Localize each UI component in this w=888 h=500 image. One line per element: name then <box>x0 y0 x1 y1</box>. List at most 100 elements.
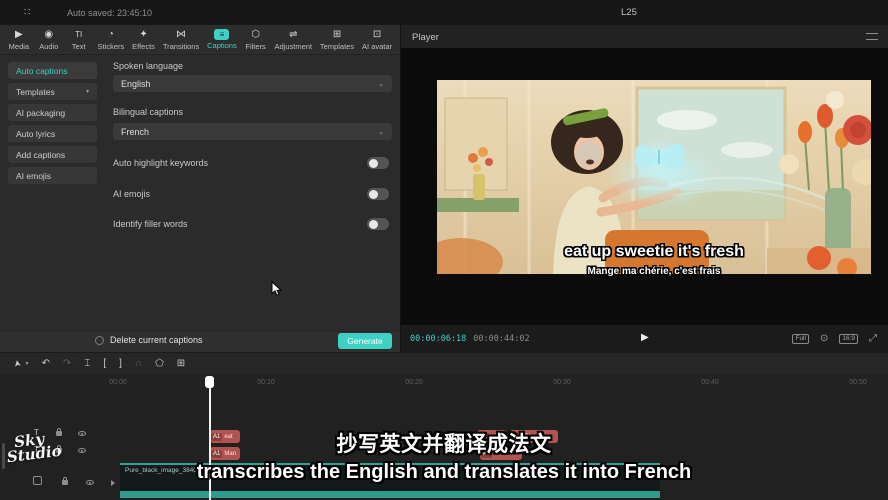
sidebar-label: Add captions <box>16 150 65 160</box>
playhead-handle[interactable] <box>205 376 214 388</box>
zoom-level-icon[interactable]: ⊙ <box>820 333 828 344</box>
tab-label: Templates <box>320 42 354 51</box>
tab-label: Captions <box>207 41 237 50</box>
magnet-icon[interactable]: ∩ <box>135 358 142 369</box>
app-menu-icon[interactable]: ∷ <box>24 7 30 18</box>
chevron-down-icon: ⌄ <box>378 80 384 88</box>
capcut-window: ∷ Auto saved: 23:45:10 L25 ▶Media ◉Audio… <box>0 0 888 500</box>
tab-label: Transitions <box>163 42 199 51</box>
sidebar-item-ai-emojis[interactable]: AI emojis <box>8 167 97 184</box>
mask-icon[interactable]: ⬠ <box>155 358 164 369</box>
player-view-options: Full ⊙ 16:9 ⤢ <box>792 333 877 344</box>
tab-templates[interactable]: ⊞Templates <box>320 29 354 51</box>
player-panel: Player <box>400 25 888 352</box>
templates-icon: ⊞ <box>333 29 341 41</box>
current-timecode: 00:00:06:18 <box>410 334 466 344</box>
tab-transitions[interactable]: ⋈Transitions <box>163 29 199 51</box>
ruler-tick: 00:40 <box>701 379 719 386</box>
tab-text[interactable]: TIText <box>68 29 90 51</box>
spoken-language-select[interactable]: English ⌄ <box>113 75 392 92</box>
aspect-ratio-button[interactable]: 16:9 <box>839 334 858 344</box>
identify-filler-words-toggle[interactable] <box>367 218 389 230</box>
delete-left-icon[interactable]: [ <box>103 358 106 369</box>
generate-button[interactable]: Generate <box>338 333 392 349</box>
captions-panel: Auto captions Templates ▾ AI packaging Au… <box>0 55 400 352</box>
timeline-toolbar: ➤ ▾ ↶ ↷ ⌶ [ ] ∩ ⬠ ⊞ <box>0 353 888 375</box>
chevron-down-icon: ▾ <box>86 88 89 95</box>
media-icon: ▶ <box>15 29 23 41</box>
project-label: L25 <box>621 7 637 18</box>
select-cursor-icon[interactable]: ➤ <box>12 359 24 368</box>
ai-emojis-toggle[interactable] <box>367 188 389 200</box>
tab-label: Text <box>72 42 86 51</box>
total-timecode: 00:00:44:02 <box>473 334 529 344</box>
audio-strip[interactable] <box>120 491 660 498</box>
sidebar-label: Templates <box>16 87 55 97</box>
full-view-button[interactable]: Full <box>792 334 808 344</box>
autosave-status: Auto saved: 23:45:10 <box>67 8 152 18</box>
tab-ai-avatar[interactable]: ⊡AI avatar <box>362 29 392 51</box>
chevron-down-icon: ⌄ <box>378 128 384 136</box>
play-button[interactable]: ▶ <box>641 332 649 343</box>
effects-icon: ✦ <box>139 29 147 41</box>
tab-label: Filters <box>245 42 265 51</box>
bilingual-language-value: French <box>121 127 149 137</box>
redo-icon[interactable]: ↷ <box>63 358 71 369</box>
tab-captions[interactable]: ≡Captions <box>207 29 237 50</box>
sidebar-item-add-captions[interactable]: Add captions <box>8 146 97 163</box>
sidebar-item-ai-packaging[interactable]: AI packaging <box>8 104 97 121</box>
delete-right-icon[interactable]: ] <box>119 358 122 369</box>
tab-stickers[interactable]: ◔Stickers <box>98 29 125 51</box>
split-icon[interactable]: ⌶ <box>84 358 90 369</box>
ruler-tick: 00:10 <box>257 379 275 386</box>
spoken-language-label: Spoken language <box>113 61 183 71</box>
auto-highlight-keywords-label: Auto highlight keywords <box>113 158 208 168</box>
player-header <box>401 25 888 48</box>
player-title: Player <box>412 32 439 43</box>
top-bar: ∷ Auto saved: 23:45:10 L25 <box>0 0 888 25</box>
sidebar-item-auto-captions[interactable]: Auto captions <box>8 62 97 79</box>
generate-label: Generate <box>347 336 382 346</box>
bilingual-language-select[interactable]: French ⌄ <box>113 123 392 140</box>
overwrite-icon[interactable]: ⊞ <box>177 358 185 369</box>
mouse-cursor <box>271 281 283 297</box>
tab-filters[interactable]: ⬡Filters <box>245 29 267 51</box>
tab-effects[interactable]: ✦Effects <box>132 29 155 51</box>
ai-avatar-icon: ⊡ <box>373 29 381 41</box>
tab-label: AI avatar <box>362 42 392 51</box>
sidebar-label: AI emojis <box>16 171 51 181</box>
delete-current-captions-label: Delete current captions <box>110 335 203 345</box>
delete-current-captions-checkbox[interactable] <box>95 336 104 345</box>
timeline-ruler[interactable]: 00:00 00:10 00:20 00:30 00:40 00:50 <box>0 375 888 391</box>
tab-label: Media <box>9 42 29 51</box>
ruler-tick: 00:50 <box>849 379 867 386</box>
identify-filler-words-label: Identify filler words <box>113 219 188 229</box>
spoken-language-value: English <box>121 79 151 89</box>
bilingual-captions-label: Bilingual captions <box>113 107 183 117</box>
video-caption-translation: Mange ma chérie, c'est frais <box>437 266 871 277</box>
ai-emojis-label: AI emojis <box>113 189 150 199</box>
player-menu-icon[interactable] <box>866 33 878 40</box>
ruler-tick: 00:20 <box>405 379 423 386</box>
captions-icon: ≡ <box>214 29 229 40</box>
tab-adjustment[interactable]: ⇌Adjustment <box>275 29 313 51</box>
video-caption-primary: eat up sweetie it's fresh <box>437 243 871 261</box>
fullscreen-icon[interactable]: ⤢ <box>869 333 877 344</box>
stickers-icon: ◔ <box>108 29 114 41</box>
sidebar-item-auto-lyrics[interactable]: Auto lyrics <box>8 125 97 142</box>
sidebar-item-templates[interactable]: Templates ▾ <box>8 83 97 100</box>
chevron-down-icon[interactable]: ▾ <box>26 360 29 367</box>
media-toolbar: ▶Media ◉Audio TIText ◔Stickers ✦Effects … <box>0 25 400 55</box>
text-icon: TI <box>75 29 82 41</box>
tab-audio[interactable]: ◉Audio <box>38 29 60 51</box>
filters-icon: ⬡ <box>251 29 260 41</box>
transitions-icon: ⋈ <box>176 29 186 41</box>
audio-icon: ◉ <box>44 29 53 41</box>
subtitle-english: transcribes the English and translates i… <box>0 461 888 484</box>
tab-label: Stickers <box>98 42 125 51</box>
sidebar-label: Auto captions <box>16 66 68 76</box>
undo-icon[interactable]: ↶ <box>42 358 50 369</box>
ruler-tick: 00:00 <box>109 379 127 386</box>
auto-highlight-keywords-toggle[interactable] <box>367 157 389 169</box>
tab-media[interactable]: ▶Media <box>8 29 30 51</box>
